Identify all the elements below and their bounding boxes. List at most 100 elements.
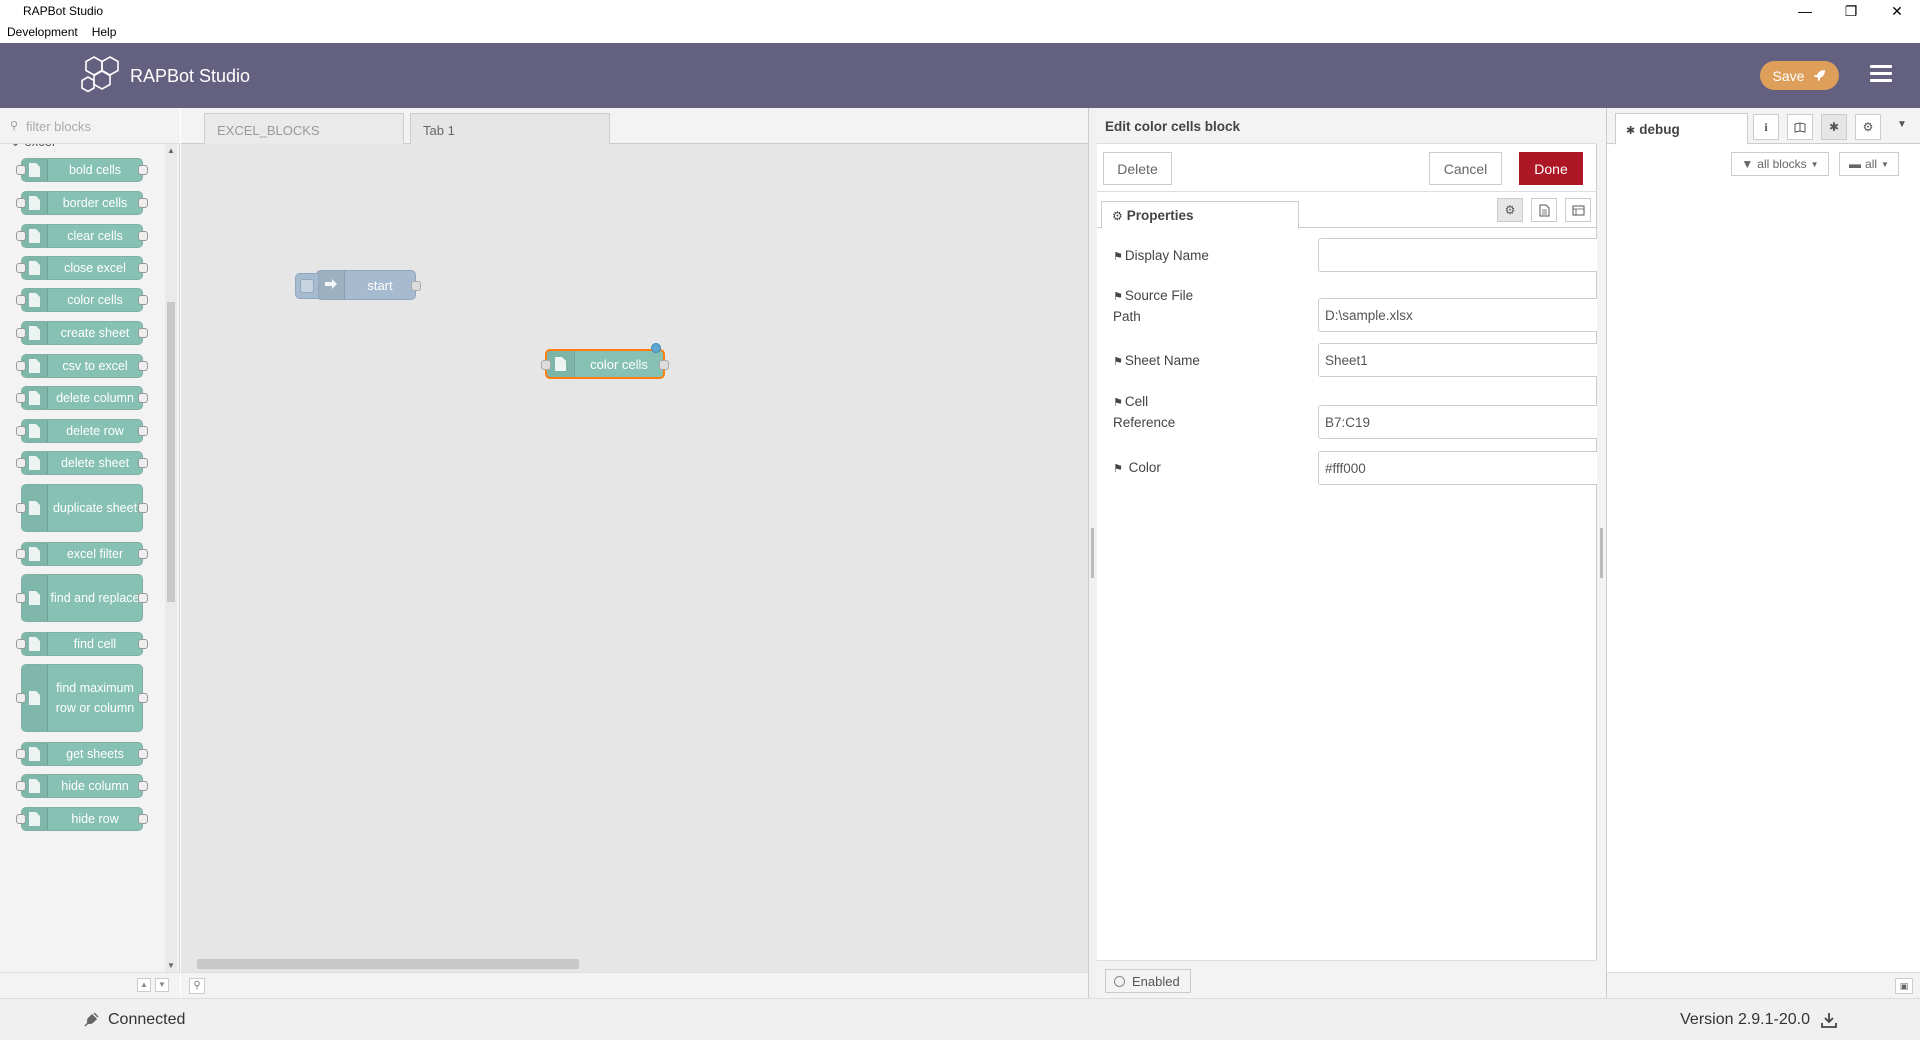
sidebar-tabs: ✱ debug i ✱ ⚙ ▼ bbox=[1607, 108, 1920, 145]
info-icon[interactable]: i bbox=[1753, 114, 1779, 140]
tag-icon: ⚑ bbox=[1113, 463, 1123, 475]
display-name-label: ⚑ Display Name bbox=[1113, 248, 1209, 263]
tray-splitter[interactable] bbox=[1088, 108, 1097, 998]
sidebar-splitter[interactable] bbox=[1597, 108, 1606, 998]
flow-node-start[interactable]: start bbox=[295, 270, 421, 300]
sidebar: ✱ debug i ✱ ⚙ ▼ ▼ all blocks ▼ ▬ all ▼ ▣ bbox=[1606, 108, 1920, 998]
sheet-name-input[interactable] bbox=[1318, 343, 1640, 377]
enabled-label: Enabled bbox=[1132, 973, 1180, 989]
palette-scroll-thumb[interactable] bbox=[167, 302, 175, 602]
collapse-all-icon[interactable]: ▲ bbox=[137, 978, 151, 992]
palette-node-clear-cells[interactable]: clear cells bbox=[16, 224, 148, 248]
filter-blocks-dropdown[interactable]: ▼ all blocks ▼ bbox=[1731, 152, 1829, 176]
tag-icon: ⚑ bbox=[1113, 251, 1123, 263]
palette-node-bold-cells[interactable]: bold cells bbox=[16, 158, 148, 182]
menu-help[interactable]: Help bbox=[85, 22, 124, 43]
tab-properties[interactable]: ⚙ Properties bbox=[1101, 201, 1299, 229]
enabled-toggle[interactable]: Enabled bbox=[1105, 969, 1191, 993]
palette-category-excel[interactable]: ⌄ excel bbox=[10, 144, 55, 150]
tag-icon: ⚑ bbox=[1113, 356, 1123, 368]
tab-tab-1[interactable]: Tab 1 bbox=[410, 113, 610, 145]
save-button-label: Save bbox=[1772, 67, 1805, 84]
workspace-tabs: EXCEL_BLOCKS Tab 1 bbox=[181, 108, 1088, 145]
flow-node-color-cells[interactable]: color cells bbox=[541, 343, 669, 379]
caret-icon: ▼ bbox=[1881, 159, 1889, 169]
done-button[interactable]: Done bbox=[1519, 152, 1583, 185]
cell-reference-label: ⚑ Cell Reference bbox=[1113, 394, 1176, 430]
tag-icon: ⚑ bbox=[1113, 397, 1123, 409]
download-icon[interactable] bbox=[1820, 1011, 1838, 1029]
description-icon[interactable] bbox=[1531, 198, 1557, 222]
app-header: RAPBot Studio Save bbox=[0, 43, 1920, 108]
cancel-button[interactable]: Cancel bbox=[1429, 152, 1502, 185]
book-icon[interactable] bbox=[1787, 114, 1813, 140]
palette-node-create-sheet[interactable]: create sheet bbox=[16, 321, 148, 345]
delete-button[interactable]: Delete bbox=[1103, 152, 1172, 185]
palette-node-csv-to-excel[interactable]: csv to excel bbox=[16, 354, 148, 378]
palette-node-excel-filter[interactable]: excel filter bbox=[16, 542, 148, 566]
menu-development[interactable]: Development bbox=[0, 22, 85, 43]
debug-toolbar: ▼ all blocks ▼ ▬ all ▼ bbox=[1607, 144, 1920, 184]
palette-node-border-cells[interactable]: border cells bbox=[16, 191, 148, 215]
clear-messages-dropdown[interactable]: ▬ all ▼ bbox=[1839, 152, 1899, 176]
cell-reference-input[interactable] bbox=[1318, 405, 1640, 439]
debug-icon[interactable]: ✱ bbox=[1821, 114, 1847, 140]
settings-icon[interactable]: ⚙ bbox=[1855, 114, 1881, 140]
minimize-icon[interactable]: — bbox=[1782, 0, 1828, 22]
properties-gear-icon[interactable]: ⚙ bbox=[1497, 198, 1523, 222]
filter-placeholder: filter blocks bbox=[26, 119, 92, 134]
workspace-scroll-thumb[interactable] bbox=[197, 959, 579, 969]
menu-icon[interactable] bbox=[1870, 65, 1892, 83]
window-titlebar: RAPBot Studio — ❐ ✕ bbox=[0, 0, 1920, 22]
palette-node-color-cells[interactable]: color cells bbox=[16, 288, 148, 312]
palette-scrollbar[interactable]: ▲ ▼ bbox=[165, 144, 177, 972]
gear-icon: ⚙ bbox=[1112, 209, 1123, 223]
input-port[interactable] bbox=[541, 360, 551, 370]
palette-node-find-cell[interactable]: find cell bbox=[16, 632, 148, 656]
palette-list: ⌄ excel bold cells border cells clear ce… bbox=[0, 144, 162, 972]
close-icon[interactable]: ✕ bbox=[1874, 0, 1920, 22]
palette-node-find-and-replace[interactable]: find and replace bbox=[16, 574, 148, 622]
sheet-name-label: ⚑ Sheet Name bbox=[1113, 353, 1200, 368]
caret-icon: ▼ bbox=[1810, 159, 1819, 169]
palette-node-delete-column[interactable]: delete column bbox=[16, 386, 148, 410]
chevron-down-icon[interactable]: ▼ bbox=[1897, 119, 1907, 130]
flow-canvas[interactable]: start color cells bbox=[181, 144, 1088, 972]
palette-node-close-excel[interactable]: close excel bbox=[16, 256, 148, 280]
workspace-hscroll[interactable] bbox=[181, 954, 1088, 972]
color-input[interactable] bbox=[1318, 451, 1640, 485]
source-file-path-input[interactable] bbox=[1318, 298, 1640, 332]
arrow-in-icon bbox=[317, 271, 345, 299]
flow-node-label: color cells bbox=[590, 356, 648, 372]
appearance-icon[interactable] bbox=[1565, 198, 1591, 222]
palette-node-delete-sheet[interactable]: delete sheet bbox=[16, 451, 148, 475]
trash-icon: ▬ bbox=[1849, 157, 1862, 171]
palette-node-find-maximum-row-or-column[interactable]: find maximum row or column bbox=[16, 664, 148, 732]
version-info: Version 2.9.1-20.0 bbox=[1680, 1011, 1838, 1029]
tag-icon: ⚑ bbox=[1113, 291, 1123, 303]
save-button[interactable]: Save bbox=[1760, 61, 1839, 90]
tray-header: Edit color cells block bbox=[1097, 108, 1597, 144]
expand-all-icon[interactable]: ▼ bbox=[155, 978, 169, 992]
tab-excel-blocks[interactable]: EXCEL_BLOCKS bbox=[204, 113, 404, 144]
palette-node-hide-column[interactable]: hide column bbox=[16, 774, 148, 798]
output-port[interactable] bbox=[411, 281, 421, 291]
changed-indicator-icon bbox=[651, 343, 661, 353]
output-port[interactable] bbox=[659, 360, 669, 370]
palette-node-get-sheets[interactable]: get sheets bbox=[16, 742, 148, 766]
palette-filter[interactable]: ⚲ filter blocks bbox=[0, 108, 180, 144]
circle-icon bbox=[1114, 975, 1125, 987]
palette-node-duplicate-sheet[interactable]: duplicate sheet bbox=[16, 484, 148, 532]
tray-title: Edit color cells block bbox=[1105, 119, 1241, 134]
palette-node-delete-row[interactable]: delete row bbox=[16, 419, 148, 443]
inject-button[interactable] bbox=[295, 273, 319, 299]
palette-node-hide-row[interactable]: hide row bbox=[16, 807, 148, 831]
restore-icon[interactable]: ❐ bbox=[1828, 0, 1874, 22]
monitor-icon[interactable]: ▣ bbox=[1895, 978, 1913, 994]
scroll-down-icon[interactable]: ▼ bbox=[167, 961, 175, 970]
scroll-up-icon[interactable]: ▲ bbox=[167, 146, 175, 155]
color-label: ⚑ Color bbox=[1113, 460, 1161, 475]
display-name-input[interactable] bbox=[1318, 238, 1640, 272]
search-icon[interactable]: ⚲ bbox=[189, 978, 205, 994]
tab-debug[interactable]: ✱ debug bbox=[1615, 113, 1748, 145]
